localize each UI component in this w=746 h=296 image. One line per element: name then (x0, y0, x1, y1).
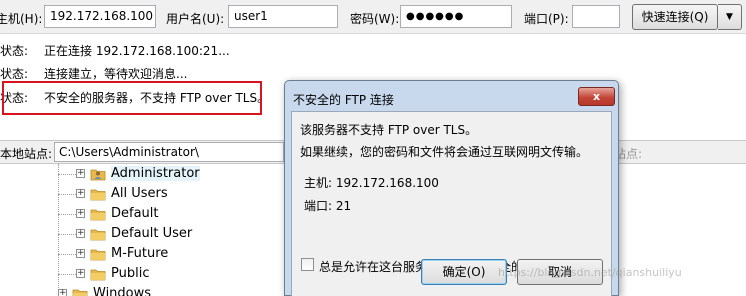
insecure-ftp-dialog: 不安全的 FTP 连接 x 该服务器不支持 FTP over TLS。 如果继续… (284, 80, 619, 296)
log-status-key: 状态: (0, 44, 29, 58)
folder-icon (72, 287, 88, 296)
tree-item-label: All Users (111, 186, 168, 201)
username-input[interactable]: user1 (228, 5, 338, 28)
dialog-line-2: 如果继续，您的密码和文件将会通过互联网明文传输。 (300, 145, 589, 159)
log-message: 正在连接 192.172.168.100:21... (44, 44, 230, 58)
tree-item-label: Default (111, 206, 159, 221)
expand-icon[interactable]: + (76, 169, 85, 178)
always-allow-checkbox[interactable] (301, 258, 314, 271)
dialog-port: 端口: 21 (304, 199, 352, 213)
folder-icon (90, 247, 106, 261)
tree-item-label: Windows (93, 286, 152, 296)
tree-item-label: Administrator (111, 166, 200, 181)
expand-icon[interactable]: + (76, 189, 85, 198)
quickconnect-button[interactable]: 快速连接(Q) (632, 4, 718, 30)
host-input[interactable]: 192.172.168.100 (44, 5, 156, 28)
dialog-line-1: 该服务器不支持 FTP over TLS。 (300, 123, 478, 137)
quickconnect-bar: 主机(H): 192.172.168.100 用户名(U): user1 密码(… (0, 0, 746, 34)
expand-icon[interactable]: + (76, 249, 85, 258)
user-folder-icon (90, 167, 106, 181)
local-path-input[interactable]: C:\Users\Administrator\ (54, 142, 284, 162)
close-icon[interactable]: x (578, 87, 615, 106)
port-input[interactable] (572, 5, 620, 28)
tree-item-label: Public (111, 266, 150, 281)
tree-item-label: M-Future (111, 246, 169, 261)
local-site-label: 本地站点: (0, 147, 53, 161)
expand-icon[interactable]: + (58, 289, 67, 296)
host-label: 主机(H): (0, 12, 43, 26)
tree-connector-line (58, 164, 59, 296)
expand-icon[interactable]: + (76, 209, 85, 218)
expand-icon[interactable]: + (76, 269, 85, 278)
log-message: 连接建立，等待欢迎消息... (44, 67, 188, 81)
password-input[interactable]: ●●●●●● (400, 5, 512, 28)
expand-icon[interactable]: + (76, 229, 85, 238)
ok-button[interactable]: 确定(O) (421, 259, 507, 285)
dialog-title: 不安全的 FTP 连接 (293, 93, 394, 107)
port-label: 端口(P): (524, 12, 569, 26)
quickconnect-dropdown-icon[interactable]: ▼ (718, 4, 742, 30)
password-label: 密码(W): (350, 12, 400, 26)
folder-icon (90, 227, 106, 241)
folder-icon (90, 207, 106, 221)
username-label: 用户名(U): (166, 12, 225, 26)
folder-icon (90, 187, 106, 201)
highlight-annotation-box (2, 81, 262, 115)
folder-icon (90, 267, 106, 281)
dialog-host: 主机: 192.172.168.100 (304, 176, 439, 190)
watermark: https://blog.csdn.net/qianshuiliyu (498, 266, 682, 279)
tree-item-label: Default User (111, 226, 193, 241)
log-status-key: 状态: (0, 67, 29, 81)
